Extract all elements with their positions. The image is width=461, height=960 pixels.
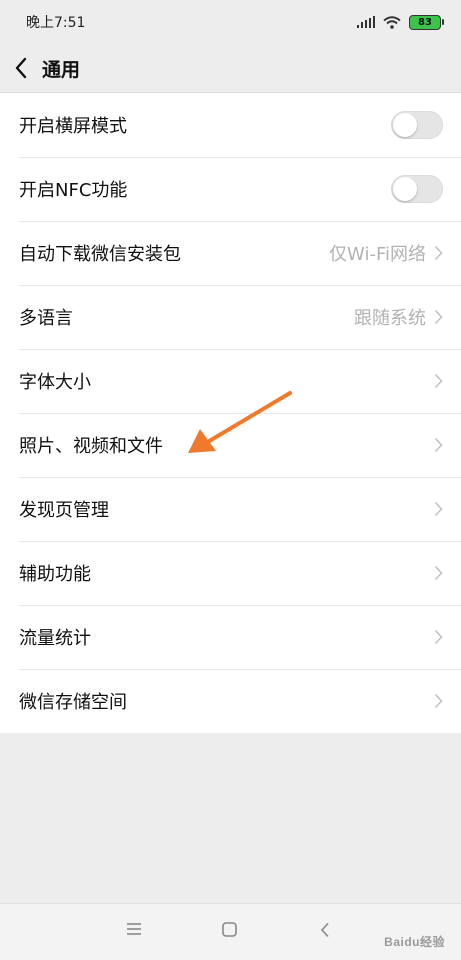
setting-label: 照片、视频和文件 — [19, 436, 163, 457]
setting-value: 仅Wi-Fi网络 — [329, 244, 426, 265]
wifi-icon — [383, 15, 401, 29]
chevron-right-icon — [434, 501, 443, 517]
chevron-right-icon — [434, 565, 443, 581]
watermark-logo: Baidu经验 — [384, 935, 445, 949]
setting-row-nfc[interactable]: 开启NFC功能 — [0, 157, 461, 221]
setting-row-discover-management[interactable]: 发现页管理 — [0, 477, 461, 541]
setting-label: 字体大小 — [19, 372, 91, 393]
setting-label: 多语言 — [19, 308, 73, 329]
setting-label: 开启NFC功能 — [19, 180, 128, 201]
home-icon[interactable] — [222, 922, 237, 937]
chevron-right-icon — [434, 693, 443, 709]
status-time: 晚上7:51 — [26, 15, 86, 31]
annotation-arrow-icon — [188, 391, 292, 453]
setting-label: 自动下载微信安装包 — [19, 244, 181, 265]
setting-label: 辅助功能 — [19, 564, 91, 585]
chevron-right-icon — [434, 309, 443, 325]
nfc-toggle[interactable] — [391, 175, 443, 203]
setting-label: 发现页管理 — [19, 500, 109, 521]
back-nav-icon[interactable] — [320, 922, 330, 938]
back-arrow-icon[interactable] — [14, 57, 28, 79]
setting-label: 微信存储空间 — [19, 692, 127, 713]
chevron-right-icon — [434, 373, 443, 389]
landscape-toggle[interactable] — [391, 111, 443, 139]
status-bar: 晚上7:51 83 — [0, 0, 461, 44]
setting-row-auto-download[interactable]: 自动下载微信安装包 仅Wi-Fi网络 — [0, 221, 461, 285]
setting-right: 跟随系统 — [354, 304, 443, 330]
setting-row-storage[interactable]: 微信存储空间 — [0, 669, 461, 733]
toggle-knob — [393, 177, 417, 201]
menu-icon[interactable] — [126, 922, 142, 936]
page-title: 通用 — [42, 58, 81, 81]
battery-indicator: 83 — [409, 14, 444, 30]
chevron-right-icon — [434, 245, 443, 261]
setting-label: 流量统计 — [19, 628, 91, 649]
signal-icon — [357, 16, 375, 28]
setting-row-accessibility[interactable]: 辅助功能 — [0, 541, 461, 605]
setting-value: 跟随系统 — [354, 308, 426, 329]
setting-row-data-usage[interactable]: 流量统计 — [0, 605, 461, 669]
system-nav-bar: Baidu经验 — [0, 903, 461, 960]
nav-bar: 通用 — [0, 44, 461, 93]
chevron-right-icon — [434, 437, 443, 453]
setting-row-landscape[interactable]: 开启横屏模式 — [0, 93, 461, 157]
chevron-right-icon — [434, 629, 443, 645]
setting-row-language[interactable]: 多语言 跟随系统 — [0, 285, 461, 349]
toggle-knob — [393, 113, 417, 137]
setting-right: 仅Wi-Fi网络 — [329, 240, 443, 266]
setting-label: 开启横屏模式 — [19, 116, 127, 137]
status-icons: 83 — [357, 14, 444, 30]
